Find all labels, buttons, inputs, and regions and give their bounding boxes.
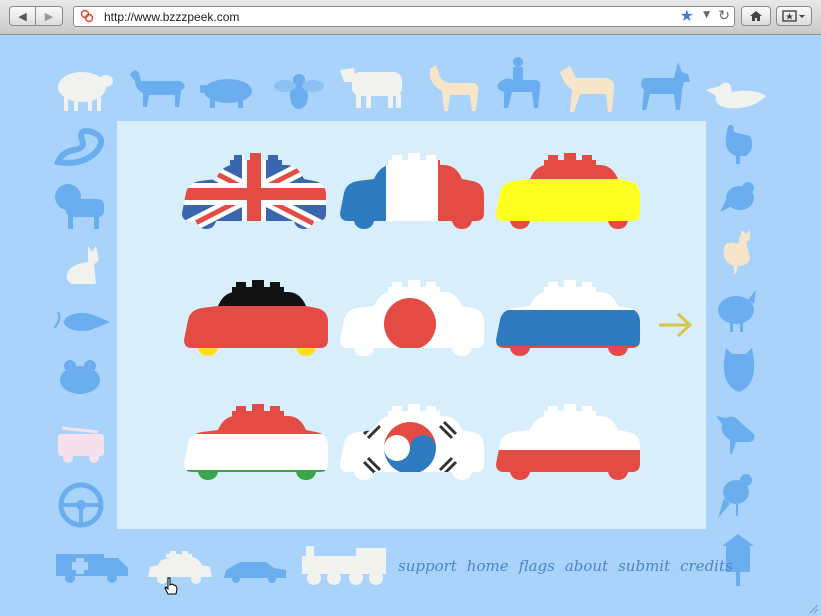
goat-icon[interactable] bbox=[127, 67, 189, 109]
hen-icon[interactable] bbox=[720, 122, 756, 166]
url-text: http://www.bzzzpeek.com bbox=[104, 10, 240, 24]
back-icon: ◀ bbox=[18, 9, 27, 23]
bookmarks-menu-button[interactable] bbox=[776, 6, 812, 26]
support-link[interactable]: support bbox=[398, 557, 457, 575]
browser-toolbar: ◀ ▶ http://www.bzzzpeek.com ★ ▼ ↻ bbox=[0, 0, 821, 35]
ambulance-icon[interactable] bbox=[54, 548, 132, 584]
crow-icon[interactable] bbox=[712, 408, 760, 456]
turkey-icon[interactable] bbox=[714, 286, 760, 334]
home-icon bbox=[750, 11, 762, 21]
owl-icon[interactable] bbox=[720, 346, 758, 394]
snake-icon[interactable] bbox=[52, 122, 112, 170]
about-link[interactable]: about bbox=[565, 557, 608, 575]
forward-button[interactable]: ▶ bbox=[36, 6, 63, 26]
sparrow-icon[interactable] bbox=[720, 178, 760, 218]
hand-cursor-icon bbox=[164, 577, 178, 595]
credits-link[interactable]: credits bbox=[680, 557, 733, 575]
forward-icon: ▶ bbox=[44, 9, 54, 23]
taxi-car-icon[interactable] bbox=[146, 549, 214, 587]
home-link[interactable]: home bbox=[467, 557, 509, 575]
car-flag-south-korea[interactable] bbox=[334, 404, 490, 484]
horse-rider-icon[interactable] bbox=[494, 56, 544, 112]
car-flag-poland[interactable] bbox=[490, 404, 646, 484]
car-flag-france[interactable] bbox=[334, 153, 490, 233]
rooster-icon[interactable] bbox=[720, 228, 758, 276]
bookmark-star-icon[interactable]: ★ bbox=[680, 6, 694, 25]
sports-car-icon[interactable] bbox=[222, 556, 288, 584]
rat-icon[interactable] bbox=[52, 306, 112, 336]
site-favicon-icon bbox=[80, 9, 94, 23]
car-flag-russia[interactable] bbox=[490, 280, 646, 360]
fire-truck-icon[interactable] bbox=[54, 424, 108, 464]
songbird-icon[interactable] bbox=[716, 470, 758, 520]
history-dropdown-icon[interactable]: ▼ bbox=[703, 10, 710, 20]
car-flag-germany[interactable] bbox=[178, 280, 334, 360]
reload-icon[interactable]: ↻ bbox=[718, 8, 730, 24]
bookmarks-icon bbox=[782, 10, 805, 22]
footer-nav: support home flags about submit credits bbox=[398, 557, 733, 575]
address-bar[interactable]: http://www.bzzzpeek.com ★ ▼ ↻ bbox=[73, 6, 735, 27]
car-flag-belgium[interactable] bbox=[490, 153, 646, 233]
next-arrow-icon[interactable] bbox=[656, 310, 694, 340]
duck-icon[interactable] bbox=[704, 80, 768, 112]
car-flag-japan[interactable] bbox=[334, 280, 490, 360]
submit-link[interactable]: submit bbox=[618, 557, 670, 575]
sheep-icon[interactable] bbox=[52, 67, 114, 113]
flags-link[interactable]: flags bbox=[519, 557, 555, 575]
home-button[interactable] bbox=[741, 6, 771, 26]
bee-icon[interactable] bbox=[274, 68, 324, 112]
dog-icon[interactable] bbox=[426, 63, 482, 113]
resize-grip-icon[interactable] bbox=[807, 602, 819, 614]
cat-icon[interactable] bbox=[58, 244, 104, 288]
car-flag-hungary[interactable] bbox=[178, 404, 334, 484]
frog-icon[interactable] bbox=[56, 356, 104, 400]
pig-icon[interactable] bbox=[198, 75, 256, 109]
horse-icon[interactable] bbox=[556, 64, 620, 114]
steam-train-icon[interactable] bbox=[300, 544, 390, 588]
lion-icon[interactable] bbox=[52, 183, 108, 231]
car-flag-uk[interactable] bbox=[176, 153, 332, 233]
donkey-icon[interactable] bbox=[634, 60, 694, 112]
steering-wheel-icon[interactable] bbox=[56, 480, 106, 530]
cow-icon[interactable] bbox=[340, 64, 412, 110]
back-button[interactable]: ◀ bbox=[9, 6, 36, 26]
